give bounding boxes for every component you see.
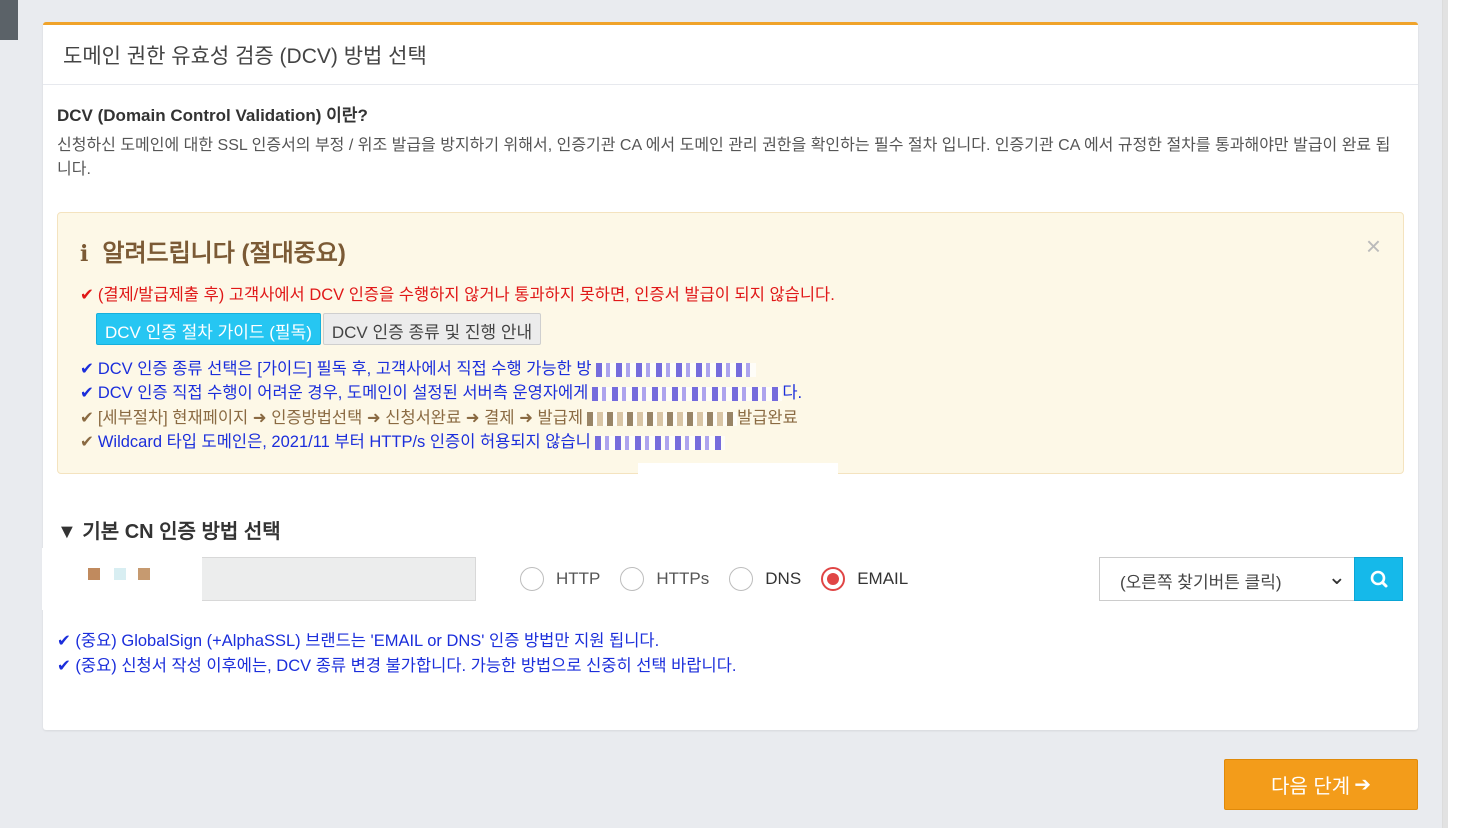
important-notes: ✔ (중요) GlobalSign (+AlphaSSL) 브랜드는 'EMAI… xyxy=(57,629,737,679)
redacted-text xyxy=(587,411,738,426)
redacted-text xyxy=(592,386,783,401)
check-icon: ✔ xyxy=(80,433,94,451)
radio-circle[interactable] xyxy=(620,567,645,591)
dcv-method-radio-group: HTTP HTTPs DNS EMAIL xyxy=(520,567,928,591)
redacted-text xyxy=(594,435,725,450)
search-icon xyxy=(1370,570,1388,588)
redacted-pixel xyxy=(138,568,150,580)
redaction-mask xyxy=(638,463,838,477)
email-select[interactable]: (오른쪽 찾기버튼 클릭) ⌄ xyxy=(1099,557,1355,601)
dcv-description: 신청하신 도메인에 대한 SSL 인증서의 부정 / 위조 발급을 방지하기 위… xyxy=(57,137,1391,178)
search-button[interactable] xyxy=(1354,557,1403,601)
check-icon: ✔ xyxy=(57,632,71,650)
notice-line: ✔ DCV 인증 종류 선택은 [가이드] 필독 후, 고객사에서 직접 수행 가… xyxy=(80,355,756,379)
note-line: ✔ (중요) GlobalSign (+AlphaSSL) 브랜드는 'EMAI… xyxy=(57,632,660,650)
check-icon: ✔ xyxy=(80,384,94,402)
radio-circle[interactable] xyxy=(729,567,754,591)
dcv-guide-button[interactable]: DCV 인증 절차 가이드 (필독) xyxy=(96,313,321,345)
dcv-types-button[interactable]: DCV 인증 종류 및 진행 안내 xyxy=(322,313,542,345)
close-icon[interactable]: × xyxy=(1366,231,1381,262)
notice-heading: i 알려드립니다 (절대중요) xyxy=(80,233,346,268)
notice-alert: i 알려드립니다 (절대중요) × ✔ (결제/발급제출 후) 고객사에서 DCV … xyxy=(57,212,1404,477)
check-icon: ✔ xyxy=(57,657,71,675)
notice-line: ✔ (결제/발급제출 후) 고객사에서 DCV 인증을 수행하지 않거나 통과하지… xyxy=(80,286,835,304)
left-edge-strip xyxy=(0,0,18,40)
radio-circle[interactable] xyxy=(520,567,544,591)
arrow-right-icon: ➔ xyxy=(1354,774,1371,796)
check-icon: ✔ xyxy=(80,409,94,427)
redacted-pixel xyxy=(88,568,100,580)
check-icon: ✔ xyxy=(80,286,94,304)
scrollbar-track[interactable] xyxy=(1443,0,1448,828)
redacted-text xyxy=(595,362,756,377)
note-line: ✔ (중요) 신청서 작성 이후에는, DCV 종류 변경 불가합니다. 가능한… xyxy=(57,657,737,675)
radio-email[interactable]: EMAIL xyxy=(821,567,908,591)
chevron-down-icon: ⌄ xyxy=(1327,564,1346,589)
radio-http[interactable]: HTTP xyxy=(520,567,600,591)
radio-https[interactable]: HTTPs xyxy=(620,567,709,591)
notice-line: ✔ Wildcard 타입 도메인은, 2021/11 부터 HTTP/s 인증이… xyxy=(80,428,725,452)
next-step-label: 다음 단계 xyxy=(1271,776,1351,798)
select-value: (오른쪽 찾기버튼 클릭) xyxy=(1120,573,1282,592)
notice-line: ✔ [세부절차] 현재페이지 ➜ 인증방법선택 ➜ 신청서완료 ➜ 결제 ➜ 발급… xyxy=(80,409,798,427)
domain-field[interactable] xyxy=(42,548,476,610)
radio-dns[interactable]: DNS xyxy=(729,567,801,591)
notice-title: 알려드립니다 (절대중요) xyxy=(102,240,346,267)
info-icon: i xyxy=(80,241,89,267)
notice-line: ✔ DCV 인증 직접 수행이 어려운 경우, 도메인이 설정된 서버측 운영자에… xyxy=(80,384,803,402)
radio-circle[interactable] xyxy=(821,567,846,591)
panel-title: 도메인 권한 유효성 검증 (DCV) 방법 선택 xyxy=(43,25,1418,85)
dcv-panel: 도메인 권한 유효성 검증 (DCV) 방법 선택 DCV (Domain Co… xyxy=(42,22,1418,730)
scrollbar[interactable] xyxy=(1442,0,1478,828)
cn-method-title: ▼ 기본 CN 인증 방법 선택 xyxy=(57,521,281,543)
next-step-button[interactable]: 다음 단계 ➔ xyxy=(1224,759,1418,810)
notice-buttons: DCV 인증 절차 가이드 (필독) DCV 인증 종류 및 진행 안내 xyxy=(96,313,542,345)
dcv-question: DCV (Domain Control Validation) 이란? xyxy=(57,106,368,125)
check-icon: ✔ xyxy=(80,360,94,378)
redacted-pixel xyxy=(114,568,126,580)
